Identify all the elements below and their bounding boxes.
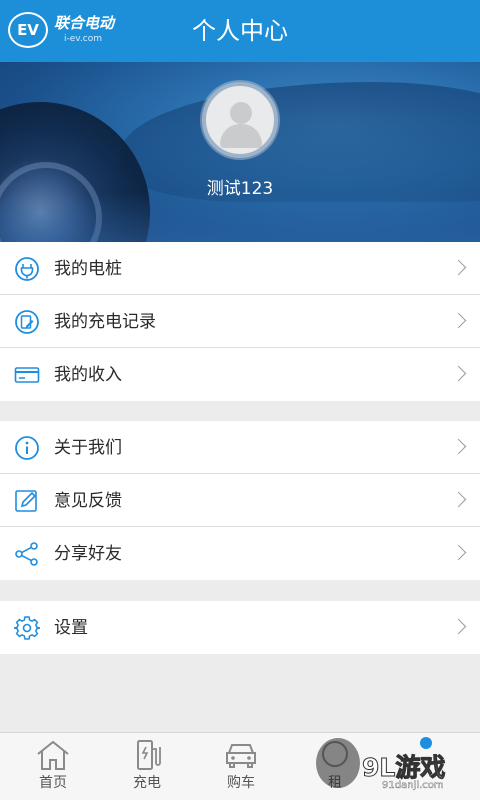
gear-icon xyxy=(14,616,40,640)
chevron-right-icon xyxy=(450,544,467,561)
charging-plug-icon xyxy=(15,257,39,281)
chevron-right-icon xyxy=(450,618,467,635)
watermark-shadow xyxy=(316,738,360,788)
menu-group-account: 我的电桩 我的充电记录 我的收入 xyxy=(0,242,480,401)
chevron-right-icon xyxy=(450,365,467,382)
chevron-right-icon xyxy=(450,259,467,276)
username: 测试123 xyxy=(206,179,274,199)
menu-group-settings: 设置 xyxy=(0,601,480,654)
nav-item-home[interactable]: 首页 xyxy=(6,733,100,800)
app-header: EV 联合电动 i-ev.com 个人中心 xyxy=(0,0,480,62)
menu-item-charge-records[interactable]: 我的充电记录 xyxy=(0,295,480,348)
nav-label: 购车 xyxy=(227,775,255,791)
menu-item-label: 关于我们 xyxy=(54,438,122,458)
menu-item-my-charger[interactable]: 我的电桩 xyxy=(0,242,480,295)
home-icon xyxy=(37,740,69,770)
menu-item-about-us[interactable]: 关于我们 xyxy=(0,421,480,474)
share-icon xyxy=(15,542,38,566)
page-title: 个人中心 xyxy=(192,17,288,45)
feedback-edit-icon xyxy=(15,490,37,512)
avatar-head-shape xyxy=(230,102,252,124)
chevron-right-icon xyxy=(450,438,467,455)
nav-item-buy-car[interactable]: 购车 xyxy=(194,733,288,800)
menu-item-label: 我的电桩 xyxy=(54,259,122,279)
charger-station-icon xyxy=(137,740,161,770)
menu-item-label: 我的充电记录 xyxy=(54,312,156,332)
nav-label: 首页 xyxy=(39,775,67,791)
income-card-icon xyxy=(14,367,40,383)
chevron-right-icon xyxy=(450,491,467,508)
car-icon xyxy=(226,744,256,768)
menu-item-share[interactable]: 分享好友 xyxy=(0,527,480,580)
charge-record-icon xyxy=(15,310,39,334)
info-icon xyxy=(15,436,39,460)
site-watermark: 9L游戏 91danji.com xyxy=(361,742,480,798)
chevron-right-icon xyxy=(450,312,467,329)
menu-item-label: 分享好友 xyxy=(54,544,122,564)
menu-item-settings[interactable]: 设置 xyxy=(0,601,480,654)
nav-item-charge[interactable]: 充电 xyxy=(100,733,194,800)
watermark-main-text: 9L游戏 xyxy=(361,753,446,783)
menu-item-label: 我的收入 xyxy=(54,365,122,385)
menu-item-label: 设置 xyxy=(54,618,88,638)
menu-group-info: 关于我们 意见反馈 分享好友 xyxy=(0,421,480,580)
avatar-body-shape xyxy=(220,124,262,148)
watermark-url: 91danji.com xyxy=(382,780,444,791)
menu-item-my-income[interactable]: 我的收入 xyxy=(0,348,480,401)
avatar[interactable] xyxy=(202,82,278,158)
menu-item-label: 意见反馈 xyxy=(54,491,122,511)
menu-item-feedback[interactable]: 意见反馈 xyxy=(0,474,480,527)
nav-label: 充电 xyxy=(133,775,161,791)
